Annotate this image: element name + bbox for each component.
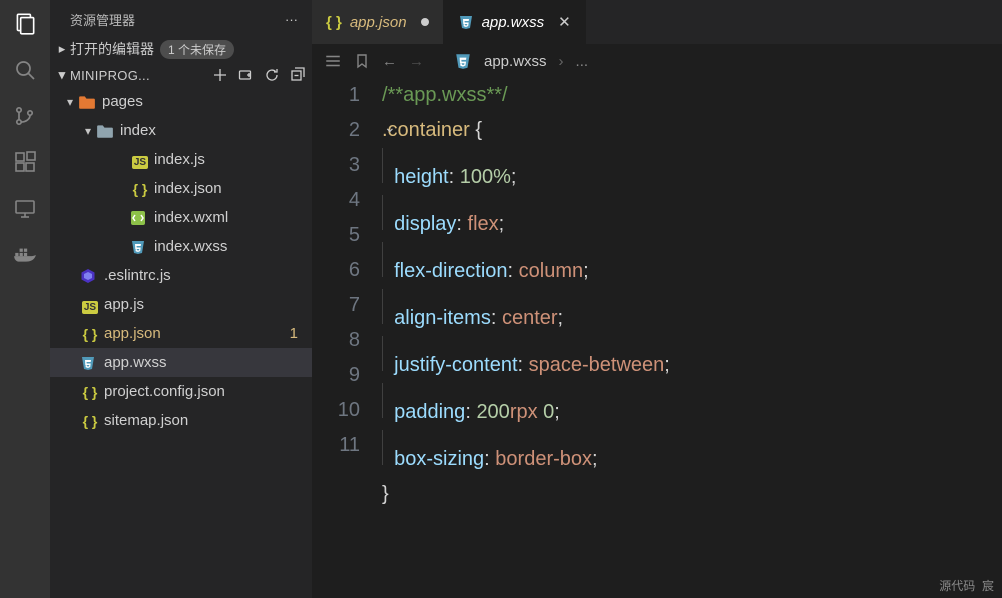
editor-tab[interactable]: { } app.json [312,0,444,44]
file-icon [458,14,474,30]
close-icon[interactable]: ✕ [558,13,571,31]
new-file-icon[interactable] [212,67,228,83]
breadcrumb-trail[interactable]: ... [576,53,589,70]
file-label: pages [102,93,312,110]
file-node[interactable]: { }app.json1 [50,319,312,348]
breadcrumb-bar: ← → app.wxss › ... [312,44,1002,78]
collapse-all-icon[interactable] [290,67,306,83]
unsaved-badge: 1 个未保存 [160,40,234,59]
sidebar-more-icon[interactable]: ··· [285,12,298,27]
refresh-icon[interactable] [264,67,280,83]
file-label: project.config.json [104,383,312,400]
chevron-down-icon: ▾ [54,67,70,83]
sidebar-title: 资源管理器 [70,10,135,29]
editor-tabs: { } app.json app.wxss ✕ [312,0,1002,44]
file-label: index.wxss [154,238,312,255]
source-control-icon[interactable] [11,102,39,130]
twisty-icon: ▾ [62,95,78,109]
file-icon [80,355,100,371]
code-editor[interactable]: 1234567891011 /**app.wxss**/.container {… [312,78,1002,547]
file-node[interactable]: .eslintrc.js [50,261,312,290]
chevron-right-icon: ▸ [54,41,70,57]
file-label: app.json [104,325,290,342]
file-label: .eslintrc.js [104,267,312,284]
project-actions [212,67,306,83]
file-icon: JS [130,152,150,168]
file-label: app.js [104,296,312,313]
file-node[interactable]: index.wxml [50,203,312,232]
file-label: index.wxml [154,209,312,226]
file-icon [96,123,116,139]
file-label: app.wxss [104,354,312,371]
file-node[interactable]: JSindex.js [50,145,312,174]
project-label: MINIPROG... [70,68,150,83]
bookmark-icon[interactable] [354,52,370,70]
tab-label: app.wxss [482,14,545,31]
file-node[interactable]: index.wxss [50,232,312,261]
file-node[interactable]: JSapp.js [50,290,312,319]
twisty-icon: ▾ [80,124,96,138]
line-gutter: 1234567891011 [312,78,382,547]
chevron-right-icon: › [559,53,564,70]
code-content[interactable]: /**app.wxss**/.container { height: 100%;… [382,78,670,547]
editor-area: { }app.jsonapp.wxss✕ ← → app.wxss › ... … [312,0,1002,598]
project-section[interactable]: ▾ MINIPROG... [50,63,312,87]
unsaved-dot-icon [421,18,429,26]
nav-forward-icon[interactable]: → [409,53,424,70]
editor-tab[interactable]: app.wxss ✕ [444,0,586,44]
list-icon[interactable] [324,52,342,70]
file-icon [130,239,150,255]
activity-bar [0,0,50,598]
file-node[interactable]: { }sitemap.json [50,406,312,435]
docker-icon[interactable] [11,240,39,268]
file-label: index.js [154,151,312,168]
file-icon: { } [80,413,100,429]
remote-icon[interactable] [11,194,39,222]
file-icon: { } [130,181,150,197]
search-icon[interactable] [11,56,39,84]
folder-node[interactable]: ▾ pages [50,87,312,116]
file-icon: JS [80,297,100,313]
explorer-icon[interactable] [11,10,39,38]
folder-node[interactable]: ▾ index [50,116,312,145]
file-icon: { } [80,384,100,400]
tab-label: app.json [350,14,407,31]
file-icon: { } [326,14,342,31]
sidebar-header: 资源管理器 ··· [50,0,312,35]
file-icon: { } [80,326,100,342]
fold-icon[interactable]: ⌄ [384,119,396,136]
explorer-sidebar: 资源管理器 ··· ▸ 打开的编辑器 1 个未保存 ▾ MINIPROG... … [50,0,312,598]
modified-badge: 1 [290,325,298,342]
new-folder-icon[interactable] [238,67,254,83]
file-label: index [120,122,312,139]
file-node[interactable]: { }project.config.json [50,377,312,406]
wxss-file-icon [454,52,472,70]
file-icon [78,94,98,110]
file-tree: ▾pages▾indexJSindex.js{ }index.jsonindex… [50,87,312,598]
file-node[interactable]: app.wxss [50,348,312,377]
breadcrumb-file[interactable]: app.wxss [484,53,547,70]
file-label: sitemap.json [104,412,312,429]
status-footer: 源代码 宸 [939,577,994,594]
nav-back-icon[interactable]: ← [382,53,397,70]
open-editors-section[interactable]: ▸ 打开的编辑器 1 个未保存 [50,35,312,63]
file-icon [80,268,100,284]
open-editors-label: 打开的编辑器 [70,39,154,59]
extensions-icon[interactable] [11,148,39,176]
file-label: index.json [154,180,312,197]
file-icon [130,210,150,226]
file-node[interactable]: { }index.json [50,174,312,203]
